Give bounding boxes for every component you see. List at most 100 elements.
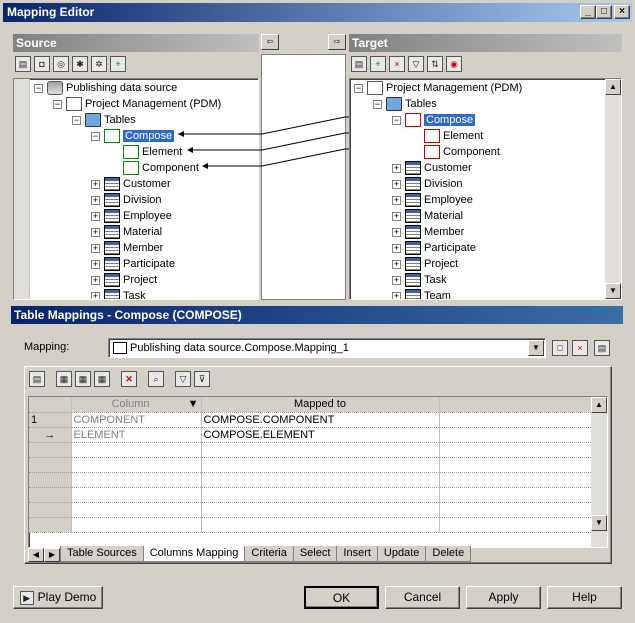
- copy-rows-icon[interactable]: ▦: [94, 371, 110, 387]
- column-cell[interactable]: ELEMENT: [71, 427, 202, 443]
- column-cell[interactable]: [71, 472, 202, 488]
- table-row[interactable]: [29, 517, 594, 533]
- tree-node[interactable]: + Material: [392, 208, 463, 224]
- tab-table-sources[interactable]: Table Sources: [60, 546, 144, 562]
- tab-select[interactable]: Select: [292, 546, 338, 562]
- tree-expander[interactable]: +: [392, 211, 401, 221]
- scroll-up-icon[interactable]: ▲: [605, 79, 621, 95]
- delete-mapping-icon[interactable]: ×: [389, 56, 405, 72]
- table-row[interactable]: [29, 502, 594, 518]
- tab-update[interactable]: Update: [376, 546, 427, 562]
- delete-mapping-icon[interactable]: ×: [572, 340, 588, 356]
- tree-node[interactable]: + Customer: [392, 160, 472, 176]
- column-cell[interactable]: [71, 487, 202, 503]
- mapped-to-cell[interactable]: [201, 457, 440, 473]
- column-cell[interactable]: [71, 457, 202, 473]
- tab-delete[interactable]: Delete: [425, 546, 472, 562]
- tab-criteria[interactable]: Criteria: [244, 546, 294, 562]
- find-icon[interactable]: ⌕: [148, 371, 164, 387]
- column-header[interactable]: Column ▼: [71, 397, 202, 413]
- tree-node[interactable]: − Compose: [392, 112, 476, 128]
- grid-scrollbar[interactable]: ▲ ▼: [591, 397, 607, 547]
- table-row[interactable]: [29, 487, 594, 503]
- tree-expander[interactable]: +: [392, 275, 401, 285]
- target-tree[interactable]: ▲ ▼ − Project Management (PDM) − Tables − Com…: [349, 78, 622, 300]
- tree-node[interactable]: + Task: [392, 272, 447, 288]
- ok-button[interactable]: OK: [304, 586, 379, 609]
- insert-row-icon[interactable]: ▦: [75, 371, 91, 387]
- help-button[interactable]: Help: [547, 586, 622, 609]
- tree-expander[interactable]: +: [392, 291, 401, 299]
- clear-filter-icon[interactable]: ⊽: [194, 371, 210, 387]
- scroll-down-icon[interactable]: ▼: [591, 515, 607, 531]
- delete-icon[interactable]: ✕: [121, 371, 137, 387]
- filter-icon[interactable]: ▽: [408, 56, 424, 72]
- add-row-icon[interactable]: ▦: [56, 371, 72, 387]
- tree-expander[interactable]: −: [354, 83, 363, 93]
- tree-expander[interactable]: +: [392, 243, 401, 253]
- tree-node[interactable]: Component: [411, 144, 500, 160]
- mapped-to-cell[interactable]: [201, 487, 440, 503]
- add-mapping-icon[interactable]: +: [370, 56, 386, 72]
- empty-cell[interactable]: [439, 502, 594, 518]
- tree-node[interactable]: − Project Management (PDM): [354, 80, 522, 96]
- new-mapping-icon[interactable]: □: [552, 340, 568, 356]
- tree-node[interactable]: + Member: [392, 224, 464, 240]
- column-cell[interactable]: [71, 502, 202, 518]
- columns-grid[interactable]: Column ▼ Mapped to 1 COMPONENT COMPOSE.COM…: [28, 396, 608, 548]
- tree-node[interactable]: Element: [411, 128, 483, 144]
- table-row[interactable]: [29, 472, 594, 488]
- sort-icon[interactable]: ⇅: [427, 56, 443, 72]
- mapped-to-header[interactable]: Mapped to: [201, 397, 440, 413]
- mapped-to-cell[interactable]: [201, 472, 440, 488]
- play-demo-button[interactable]: ▶ Play Demo: [13, 586, 103, 609]
- mapping-select[interactable]: Publishing data source.Compose.Mapping_1…: [108, 338, 546, 358]
- column-cell[interactable]: [71, 517, 202, 533]
- table-row[interactable]: → ELEMENT COMPOSE.ELEMENT: [29, 427, 594, 443]
- tree-node[interactable]: + Project: [392, 256, 458, 272]
- mapping-properties-icon[interactable]: ▤: [594, 340, 610, 356]
- table-row[interactable]: [29, 442, 594, 458]
- tree-node[interactable]: + Division: [392, 176, 463, 192]
- tab-scroll-right-icon[interactable]: ▶: [44, 548, 60, 562]
- tab-scroll-left-icon[interactable]: ◀: [28, 548, 44, 562]
- table-row[interactable]: 1 COMPONENT COMPOSE.COMPONENT: [29, 412, 594, 428]
- find-mapping-icon[interactable]: ◉: [446, 56, 462, 72]
- tree-node[interactable]: + Team: [392, 288, 451, 299]
- empty-cell[interactable]: [439, 472, 594, 488]
- mapped-to-cell[interactable]: [201, 442, 440, 458]
- empty-cell[interactable]: [439, 442, 594, 458]
- scroll-up-icon[interactable]: ▲: [591, 397, 607, 413]
- target-scrollbar[interactable]: ▲ ▼: [605, 79, 621, 299]
- mapped-to-cell[interactable]: [201, 502, 440, 518]
- properties-icon[interactable]: ▤: [351, 56, 367, 72]
- tree-node[interactable]: − Tables: [373, 96, 437, 112]
- tree-expander[interactable]: +: [392, 163, 401, 173]
- empty-cell[interactable]: [439, 412, 594, 428]
- apply-button[interactable]: Apply: [466, 586, 541, 609]
- scroll-down-icon[interactable]: ▼: [605, 283, 621, 299]
- tree-expander[interactable]: −: [392, 115, 401, 125]
- tree-expander[interactable]: −: [373, 99, 382, 109]
- tree-expander[interactable]: +: [392, 179, 401, 189]
- chevron-down-icon[interactable]: ▼: [528, 340, 544, 356]
- properties-icon[interactable]: ▤: [29, 371, 45, 387]
- tree-expander[interactable]: +: [392, 259, 401, 269]
- empty-cell[interactable]: [439, 487, 594, 503]
- mapped-to-cell[interactable]: [201, 517, 440, 533]
- tree-node[interactable]: + Participate: [392, 240, 476, 256]
- cancel-button[interactable]: Cancel: [385, 586, 460, 609]
- table-row[interactable]: [29, 457, 594, 473]
- mapped-to-cell[interactable]: COMPOSE.COMPONENT: [201, 412, 440, 428]
- empty-cell[interactable]: [439, 517, 594, 533]
- mapped-to-cell[interactable]: COMPOSE.ELEMENT: [201, 427, 440, 443]
- column-cell[interactable]: [71, 442, 202, 458]
- tree-expander[interactable]: +: [392, 195, 401, 205]
- column-cell[interactable]: COMPONENT: [71, 412, 202, 428]
- chevron-down-icon[interactable]: ▼: [188, 398, 199, 410]
- empty-cell[interactable]: [439, 457, 594, 473]
- tree-expander[interactable]: +: [392, 227, 401, 237]
- filter-icon[interactable]: ▽: [175, 371, 191, 387]
- empty-cell[interactable]: [439, 427, 594, 443]
- tab-insert[interactable]: Insert: [336, 546, 378, 562]
